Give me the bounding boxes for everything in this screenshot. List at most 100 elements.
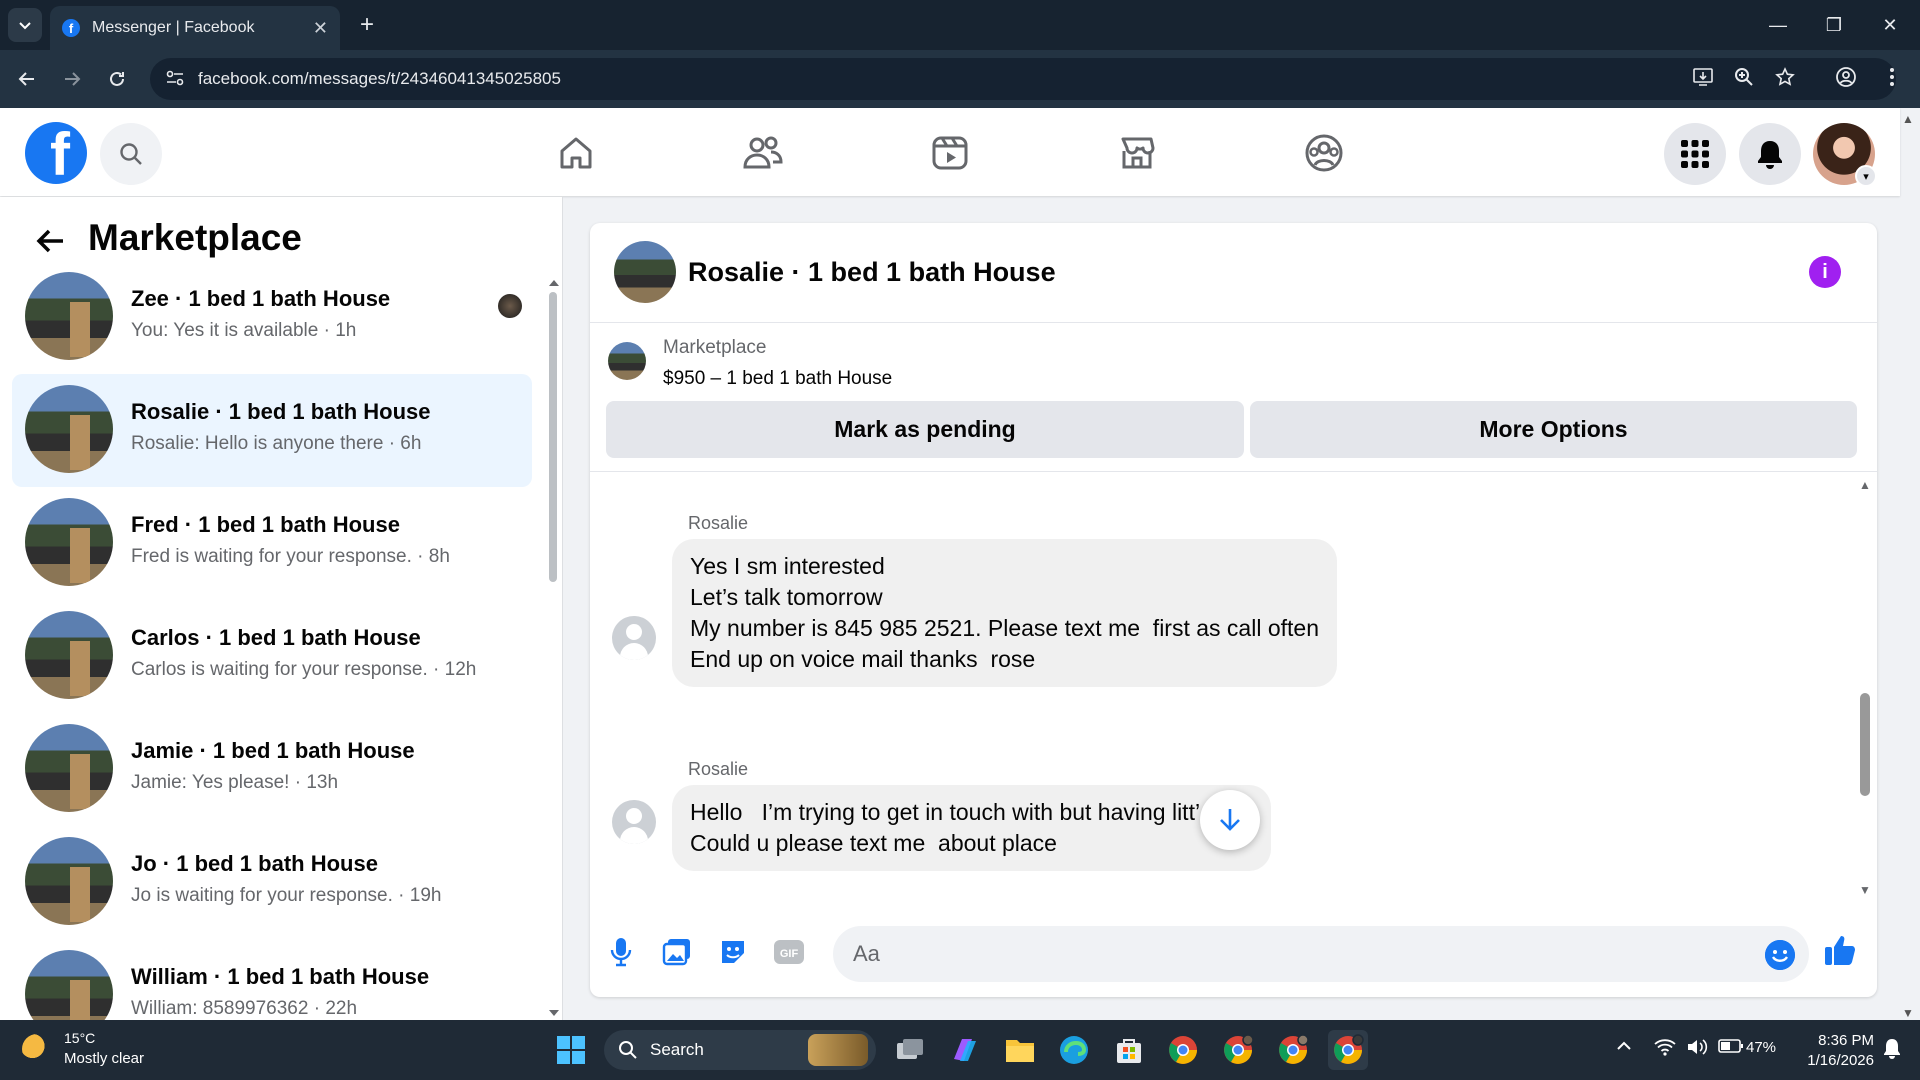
chevron-down-icon	[19, 22, 31, 30]
account-avatar[interactable]: ▾	[1813, 123, 1877, 187]
chat-title[interactable]: Rosalie · 1 bed 1 bath House	[688, 257, 1056, 288]
tab-search-dropdown[interactable]	[8, 8, 42, 42]
sender-avatar[interactable]	[612, 616, 656, 660]
scroll-to-bottom-button[interactable]	[1200, 790, 1260, 850]
zoom-icon[interactable]	[1729, 62, 1759, 92]
conversation-avatar[interactable]	[25, 724, 113, 812]
chat-scroll-up-arrow[interactable]: ▲	[1859, 478, 1871, 492]
copilot-app[interactable]	[945, 1030, 985, 1070]
conversation-preview: William: 8589976362 · 22h	[131, 998, 358, 1019]
message-bubble[interactable]: Yes I sm interested Let’s talk tomorrow …	[672, 539, 1337, 687]
listing-source-label: Marketplace	[663, 337, 767, 358]
weather-moon-icon[interactable]	[22, 1034, 52, 1064]
chat-avatar[interactable]	[614, 241, 676, 303]
mark-as-pending-button[interactable]: Mark as pending	[606, 401, 1244, 458]
chevron-down-icon[interactable]: ▾	[1855, 165, 1877, 187]
notification-center-icon[interactable]	[1882, 1037, 1902, 1064]
emoji-button[interactable]	[1765, 940, 1795, 970]
sidebar-title: Marketplace	[88, 217, 302, 258]
nav-watch[interactable]	[920, 128, 980, 178]
sidebar-scroll-thumb[interactable]	[549, 292, 557, 582]
conversation-item[interactable]: Zee · 1 bed 1 bath House You: Yes it is a…	[12, 261, 532, 374]
chat-scroll-down-arrow[interactable]: ▼	[1859, 883, 1871, 897]
page-scroll-down-arrow[interactable]: ▼	[1902, 1006, 1914, 1020]
install-app-icon[interactable]	[1688, 62, 1718, 92]
show-hidden-icons-icon[interactable]	[1616, 1038, 1632, 1059]
weather-temperature[interactable]: 15°C	[64, 1030, 95, 1046]
marketplace-sidebar: Marketplace Zee · 1 bed 1 bath House You:…	[0, 197, 563, 1020]
taskbar-search[interactable]: Search	[604, 1030, 876, 1070]
listing-title[interactable]: $950 – 1 bed 1 bath House	[663, 368, 892, 390]
conversation-avatar[interactable]	[25, 611, 113, 699]
conversation-avatar[interactable]	[25, 272, 113, 360]
start-button[interactable]	[551, 1030, 591, 1070]
site-info-icon[interactable]	[164, 67, 186, 94]
watch-icon	[932, 136, 968, 170]
gif-button[interactable]: GIF	[770, 933, 808, 971]
message-bubble[interactable]: Hello I’m trying to get in touch with bu…	[672, 785, 1271, 871]
conversation-avatar[interactable]	[25, 498, 113, 586]
chat-scroll-thumb[interactable]	[1860, 693, 1870, 796]
nav-friends[interactable]	[733, 128, 793, 178]
restore-button[interactable]: ❐	[1806, 0, 1862, 50]
clock-date[interactable]: 1/16/2026	[1796, 1052, 1874, 1069]
like-button[interactable]	[1821, 931, 1859, 969]
home-icon	[560, 137, 592, 169]
menu-grid-button[interactable]	[1664, 123, 1726, 185]
sender-avatar[interactable]	[612, 800, 656, 844]
conversation-item[interactable]: Jo · 1 bed 1 bath House Jo is waiting for…	[12, 826, 532, 939]
task-view-button[interactable]	[890, 1030, 930, 1070]
conversation-item[interactable]: Carlos · 1 bed 1 bath House Carlos is wai…	[12, 600, 532, 713]
address-bar[interactable]: facebook.com/messages/t/2434604134502580…	[150, 58, 1896, 100]
conversation-item[interactable]: Fred · 1 bed 1 bath House Fred is waiting…	[12, 487, 532, 600]
browser-tab[interactable]: f Messenger | Facebook ✕	[50, 6, 340, 50]
attach-photo-button[interactable]	[658, 933, 696, 971]
edge-app[interactable]	[1054, 1030, 1094, 1070]
folder-icon	[1006, 1040, 1034, 1062]
conversation-avatar[interactable]	[25, 385, 113, 473]
nav-marketplace[interactable]	[1107, 128, 1167, 178]
back-button[interactable]	[30, 221, 70, 261]
voice-clip-button[interactable]	[602, 933, 640, 971]
wifi-icon[interactable]	[1654, 1038, 1676, 1061]
reload-button[interactable]	[100, 62, 134, 96]
nav-home[interactable]	[546, 128, 606, 178]
notifications-button[interactable]	[1739, 123, 1801, 185]
tab-close-icon[interactable]: ✕	[313, 18, 328, 39]
search-highlight-image	[808, 1034, 868, 1066]
conversation-avatar[interactable]	[25, 837, 113, 925]
volume-icon[interactable]	[1686, 1038, 1708, 1061]
chat-header: Rosalie · 1 bed 1 bath House i	[590, 223, 1877, 323]
chrome-app-3[interactable]	[1273, 1030, 1313, 1070]
conversation-avatar[interactable]	[25, 950, 113, 1020]
battery-icon[interactable]	[1718, 1038, 1744, 1059]
sticker-button[interactable]	[714, 933, 752, 971]
chrome-app-1[interactable]	[1163, 1030, 1203, 1070]
facebook-logo-icon[interactable]: f	[25, 122, 87, 184]
profile-account-icon[interactable]	[1831, 62, 1861, 92]
bookmark-star-icon[interactable]	[1770, 62, 1800, 92]
chrome-app-active[interactable]	[1328, 1030, 1368, 1070]
new-tab-button[interactable]: +	[352, 10, 382, 40]
chrome-app-2[interactable]	[1218, 1030, 1258, 1070]
more-options-button[interactable]: More Options	[1250, 401, 1857, 458]
store-app[interactable]	[1109, 1030, 1149, 1070]
forward-button[interactable]	[55, 62, 89, 96]
info-icon[interactable]: i	[1809, 256, 1841, 288]
conversation-item[interactable]: Jamie · 1 bed 1 bath House Jamie: Yes ple…	[12, 713, 532, 826]
file-explorer-app[interactable]	[1000, 1030, 1040, 1070]
page-scroll-up-arrow[interactable]: ▲	[1902, 112, 1914, 126]
weather-condition[interactable]: Mostly clear	[64, 1050, 144, 1067]
listing-thumbnail[interactable]	[608, 342, 646, 380]
conversation-item[interactable]: William · 1 bed 1 bath House William: 858…	[12, 939, 532, 1020]
nav-groups[interactable]	[1294, 128, 1354, 178]
message-input[interactable]: Aa	[833, 926, 1809, 982]
minimize-button[interactable]: —	[1750, 0, 1806, 50]
conversation-item[interactable]: Rosalie · 1 bed 1 bath House Rosalie: Hel…	[12, 374, 532, 487]
clock-time[interactable]: 8:36 PM	[1796, 1032, 1874, 1049]
browser-menu-icon[interactable]	[1877, 62, 1907, 92]
close-window-button[interactable]: ✕	[1862, 0, 1918, 50]
facebook-search-button[interactable]	[100, 123, 162, 185]
back-button[interactable]	[10, 62, 44, 96]
windows-icon	[557, 1036, 585, 1064]
